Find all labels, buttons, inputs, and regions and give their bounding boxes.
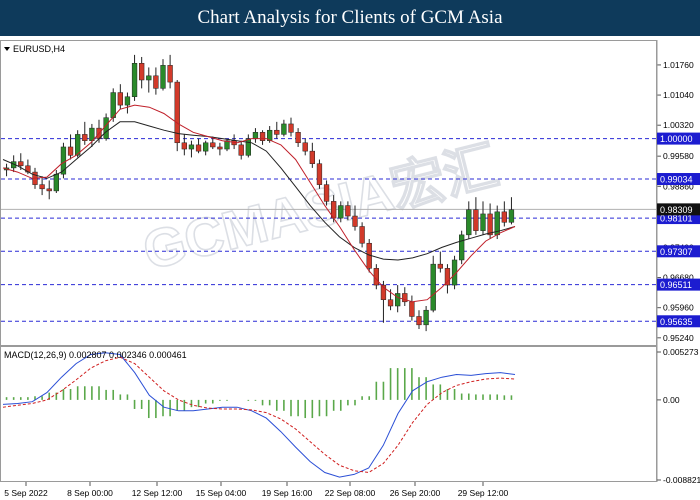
level-price-label: 0.95635 — [660, 317, 693, 327]
level-price-label: 0.96511 — [660, 280, 692, 290]
page-title: Chart Analysis for Clients of GCM Asia — [197, 7, 503, 28]
candle-body — [459, 234, 465, 261]
candle-body — [508, 209, 515, 223]
candle-body — [302, 142, 308, 152]
candle-body — [288, 123, 294, 133]
macd-panel — [0, 346, 657, 482]
candle-body — [323, 184, 330, 202]
candle-body — [430, 263, 436, 311]
price-axis-area — [657, 40, 700, 500]
time-tick-label: 15 Sep 04:00 — [196, 488, 247, 498]
candle-body — [501, 211, 507, 223]
candle-body — [252, 132, 259, 139]
macd-label: MACD(12,26,9) 0.002807 0.002346 0.000461 — [4, 350, 187, 360]
level-price-label: 0.99034 — [660, 175, 693, 185]
time-tick-label: 19 Sep 16:00 — [262, 488, 313, 498]
candle-body — [67, 146, 74, 156]
price-tick-label: 1.01760 — [663, 60, 694, 70]
candle-body — [352, 215, 358, 227]
candle-body — [309, 150, 315, 164]
price-chart[interactable]: GCMASIA宏汇 1.017601.010401.003200.995800.… — [0, 36, 700, 500]
current-price-label: 0.98309 — [660, 205, 693, 215]
candle-body — [153, 75, 159, 89]
candle-body — [409, 301, 415, 317]
candle-body — [188, 144, 195, 150]
candle-body — [281, 123, 287, 135]
candle-body — [395, 293, 401, 307]
candle-body — [82, 134, 88, 141]
candle-body — [203, 142, 209, 152]
candle-body — [195, 144, 202, 152]
candle-body — [18, 161, 24, 167]
candle-body — [387, 299, 394, 307]
candle-body — [437, 263, 443, 269]
candle-body — [295, 132, 301, 144]
candle-body — [316, 163, 323, 185]
candle-body — [245, 138, 251, 156]
time-tick-label: 26 Sep 20:00 — [390, 488, 441, 498]
candle-body — [117, 92, 123, 106]
time-tick-label: 12 Sep 12:00 — [132, 488, 183, 498]
candle-body — [46, 188, 52, 192]
candle-body — [210, 142, 216, 148]
macd-tick-label: 0.00 — [663, 395, 680, 405]
candle-body — [160, 65, 166, 89]
candle-body — [103, 117, 109, 139]
candle-body — [131, 63, 138, 97]
candle-body — [146, 75, 152, 81]
candle-body — [338, 205, 344, 219]
time-tick-label: 22 Sep 08:00 — [325, 488, 376, 498]
candle-body — [480, 213, 486, 231]
macd-tick-label: -0.008821 — [663, 475, 700, 485]
candle-body — [416, 316, 422, 326]
candle-body — [466, 209, 472, 236]
candle-body — [487, 213, 493, 236]
symbol-label: EURUSD,H4 — [13, 44, 65, 54]
macd-tick-label: 0.005273 — [663, 347, 699, 357]
candle-body — [124, 96, 131, 106]
price-tick-label: 0.95960 — [663, 303, 694, 313]
candle-body — [259, 132, 266, 141]
candle-body — [402, 293, 408, 303]
candle-body — [181, 142, 187, 150]
candle-body — [167, 65, 173, 83]
candle-body — [53, 173, 59, 192]
candle-body — [39, 184, 45, 190]
price-tick-label: 1.01040 — [663, 90, 694, 100]
candle-body — [359, 226, 365, 244]
candle-body — [345, 205, 351, 217]
level-price-label: 1.00000 — [660, 134, 693, 144]
header-bar: Chart Analysis for Clients of GCM Asia — [0, 0, 700, 36]
candle-body — [217, 146, 223, 150]
candle-body — [238, 144, 244, 156]
time-tick-label: 29 Sep 12:00 — [458, 488, 509, 498]
candle-body — [89, 127, 95, 141]
candle-body — [473, 209, 479, 231]
time-tick-label: 8 Sep 00:00 — [67, 488, 113, 498]
price-tick-label: 0.99580 — [663, 151, 694, 161]
candle-body — [274, 129, 280, 135]
candle-body — [139, 63, 145, 81]
candle-body — [444, 268, 451, 286]
price-tick-label: 0.95240 — [663, 333, 694, 343]
candle-body — [110, 92, 116, 118]
time-tick-label: 5 Sep 2022 — [4, 488, 48, 498]
candle-body — [423, 309, 429, 326]
price-tick-label: 1.00320 — [663, 120, 694, 130]
level-price-label: 0.97307 — [660, 247, 693, 257]
